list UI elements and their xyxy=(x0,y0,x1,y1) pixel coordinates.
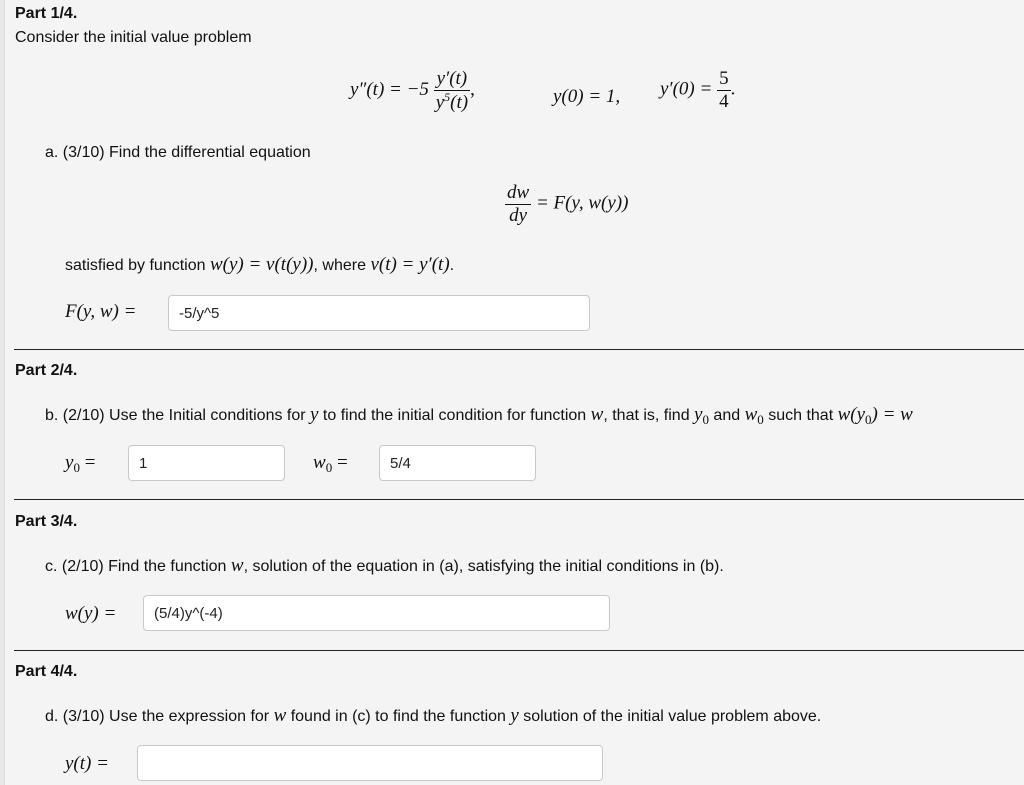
qb-math-tail: w(y0) = w xyxy=(837,404,913,427)
qd-math-y: y xyxy=(510,705,519,726)
left-margin-strip xyxy=(0,0,5,785)
qb-text-3: , that is, find xyxy=(603,407,695,424)
dy: dy xyxy=(509,204,528,226)
y-answer-input[interactable] xyxy=(137,745,603,781)
qb-math-y0: y0 xyxy=(694,404,709,427)
y0-label-eq: = xyxy=(79,452,96,473)
part2-title: Part 2/4. xyxy=(15,362,78,379)
initial-condition-y: y(0) = 1, xyxy=(553,86,621,107)
ic2-lhs: y′(0) = xyxy=(660,78,713,100)
part3-title: Part 3/4. xyxy=(15,513,78,530)
den-base: y xyxy=(435,91,445,113)
differential-equation: dw dy = F(y, w(y)) xyxy=(505,182,628,227)
y0-input[interactable] xyxy=(128,445,285,481)
satisfied-text-3: . xyxy=(449,257,455,274)
ic2-numerator: 5 xyxy=(717,68,731,91)
qb-text-5: such that xyxy=(763,407,838,424)
qb-math-w0: w0 xyxy=(744,404,764,427)
qd-text-2: found in (c) to find the function xyxy=(286,708,511,725)
satisfied-text-2: , where xyxy=(313,257,371,274)
question-d: d. (3/10) Use the expression for w found… xyxy=(45,705,821,727)
tail-end: ) = w xyxy=(871,404,913,425)
qc-text-2: , solution of the equation in (a), satis… xyxy=(243,558,724,575)
initial-condition-yprime: y′(0) = 5 4 . xyxy=(660,68,735,113)
w-answer-input[interactable] xyxy=(143,595,610,631)
question-c: c. (2/10) Find the function w, solution … xyxy=(45,555,724,577)
w0-label-eq: = xyxy=(332,452,348,473)
satisfied-text: satisfied by function w(y) = v(t(y)), wh… xyxy=(65,254,454,276)
ode-fraction: y′(t) y5(t) xyxy=(433,68,471,114)
dw: dw xyxy=(505,182,532,205)
part4-title: Part 4/4. xyxy=(15,663,78,680)
qb-text-1: b. (2/10) Use the Initial conditions for xyxy=(45,407,311,424)
tail-1: w(y xyxy=(837,404,866,425)
question-b: b. (2/10) Use the Initial conditions for… xyxy=(45,404,913,428)
satisfied-math-1: w(y) = v(t(y)) xyxy=(209,254,314,275)
ic2-period: . xyxy=(730,78,736,100)
F-answer-input[interactable] xyxy=(168,295,590,331)
qd-text-1: d. (3/10) Use the expression for xyxy=(45,708,274,725)
part1-title: Part 1/4. xyxy=(15,5,78,22)
ode-frac-numerator: y′(t) xyxy=(433,68,471,91)
qc-math-w: w xyxy=(230,555,244,576)
y-answer-label: y(t) = xyxy=(65,753,109,774)
w0-label: w0 = xyxy=(313,452,348,476)
w-answer-label: w(y) = xyxy=(65,603,117,624)
satisfied-text-1: satisfied by function xyxy=(65,257,210,274)
part1-intro: Consider the initial value problem xyxy=(15,29,252,46)
qb-text-4: and xyxy=(708,407,745,424)
qb-text-2: to find the initial condition for functi… xyxy=(318,407,591,424)
den-tail: (t) xyxy=(450,91,469,113)
w0-base: w xyxy=(744,404,758,425)
ic2-denominator: 4 xyxy=(719,90,729,112)
w0-label-base: w xyxy=(313,452,326,473)
question-a: a. (3/10) Find the differential equation xyxy=(45,144,311,161)
de-rhs: = F(y, w(y)) xyxy=(535,192,629,214)
divider-2 xyxy=(14,499,1024,500)
qc-text-1: c. (2/10) Find the function xyxy=(45,558,231,575)
qd-math-w: w xyxy=(273,705,287,726)
F-answer-label: F(y, w) = xyxy=(65,301,137,322)
ode-frac-denominator: y5(t) xyxy=(434,90,470,114)
qb-math-w: w xyxy=(590,404,604,425)
ode-comma: , xyxy=(470,79,475,101)
satisfied-math-2: v(t) = y′(t) xyxy=(370,254,450,275)
dw-dy-fraction: dw dy xyxy=(505,182,532,227)
y0-label: y0 = xyxy=(65,452,95,476)
ic2-fraction: 5 4 xyxy=(717,68,731,113)
divider-3 xyxy=(14,650,1024,651)
ode-lhs: y″(t) = −5 xyxy=(350,79,429,101)
divider-1 xyxy=(14,349,1024,350)
qd-text-3: solution of the initial value problem ab… xyxy=(518,708,822,725)
w0-input[interactable] xyxy=(379,445,536,481)
ivp-equation: y″(t) = −5 y′(t) y5(t) , xyxy=(350,68,475,114)
